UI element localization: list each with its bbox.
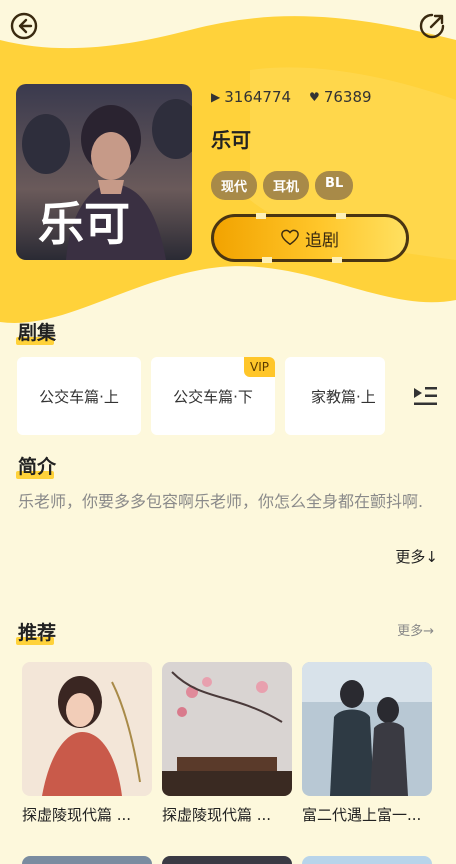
intro-heading: 简介 <box>16 456 57 479</box>
recommend-cover[interactable] <box>22 856 152 864</box>
recommend-cover[interactable] <box>162 662 292 796</box>
drama-title: 乐可 <box>211 128 251 152</box>
episode-item[interactable]: 家教篇·上 <box>285 357 385 435</box>
recommend-item[interactable]: 探虚陵现代篇 ... <box>22 662 152 825</box>
recommend-heading: 推荐 <box>16 622 57 645</box>
episode-item[interactable]: 公交车篇·上 <box>17 357 141 435</box>
recommend-cover[interactable] <box>302 662 432 796</box>
play-count: ▶ 3164774 <box>211 88 291 106</box>
recommend-cover[interactable] <box>302 856 432 864</box>
share-icon[interactable] <box>418 12 446 40</box>
episode-list: 公交车篇·上 公交车篇·下 VIP 家教篇·上 <box>17 357 385 435</box>
episodes-heading: 剧集 <box>16 322 57 345</box>
episode-label: 公交车篇·下 <box>173 387 253 406</box>
play-count-value: 3164774 <box>224 88 292 106</box>
follow-button[interactable]: 追剧 <box>211 213 409 263</box>
recommend-list: 探虚陵现代篇 ... 探虚陵现代篇 ... 富二代遇上富一... <box>22 662 432 825</box>
like-count: ♥ 76389 <box>309 88 371 106</box>
playlist-icon[interactable] <box>412 384 438 408</box>
vip-badge: VIP <box>244 357 275 377</box>
back-icon[interactable] <box>10 12 38 40</box>
tag[interactable]: 现代 <box>211 171 258 200</box>
recommend-item[interactable]: 富二代遇上富一... <box>302 662 432 825</box>
tag[interactable]: 耳机 <box>263 171 310 200</box>
play-icon: ▶ <box>211 90 221 104</box>
episode-label: 家教篇·上 <box>311 387 376 406</box>
recommend-title: 探虚陵现代篇 ... <box>22 806 132 824</box>
recommend-item[interactable]: 探虚陵现代篇 ... <box>162 662 292 825</box>
intro-text: 乐老师，你要多多包容啊乐老师，你怎么全身都在颤抖啊. <box>18 492 424 511</box>
recommend-more-button[interactable]: 更多→ <box>397 620 434 639</box>
recommend-list-second-row <box>22 856 432 864</box>
like-count-value: 76389 <box>323 88 372 106</box>
recommend-title: 探虚陵现代篇 ... <box>162 806 272 824</box>
recommend-cover[interactable] <box>162 856 292 864</box>
episode-item[interactable]: 公交车篇·下 VIP <box>151 357 275 435</box>
tag[interactable]: BL <box>315 171 354 200</box>
recommend-title: 富二代遇上富一... <box>302 806 422 824</box>
follow-button-label: 追剧 <box>305 230 339 251</box>
heart-outline-icon <box>281 229 299 246</box>
episode-label: 公交车篇·上 <box>39 387 119 406</box>
heart-icon: ♥ <box>309 90 320 104</box>
intro-more-button[interactable]: 更多↓ <box>395 546 438 567</box>
cover-title: 乐可 <box>38 197 130 251</box>
recommend-cover[interactable] <box>22 662 152 796</box>
drama-cover[interactable]: 乐可 <box>16 84 192 260</box>
